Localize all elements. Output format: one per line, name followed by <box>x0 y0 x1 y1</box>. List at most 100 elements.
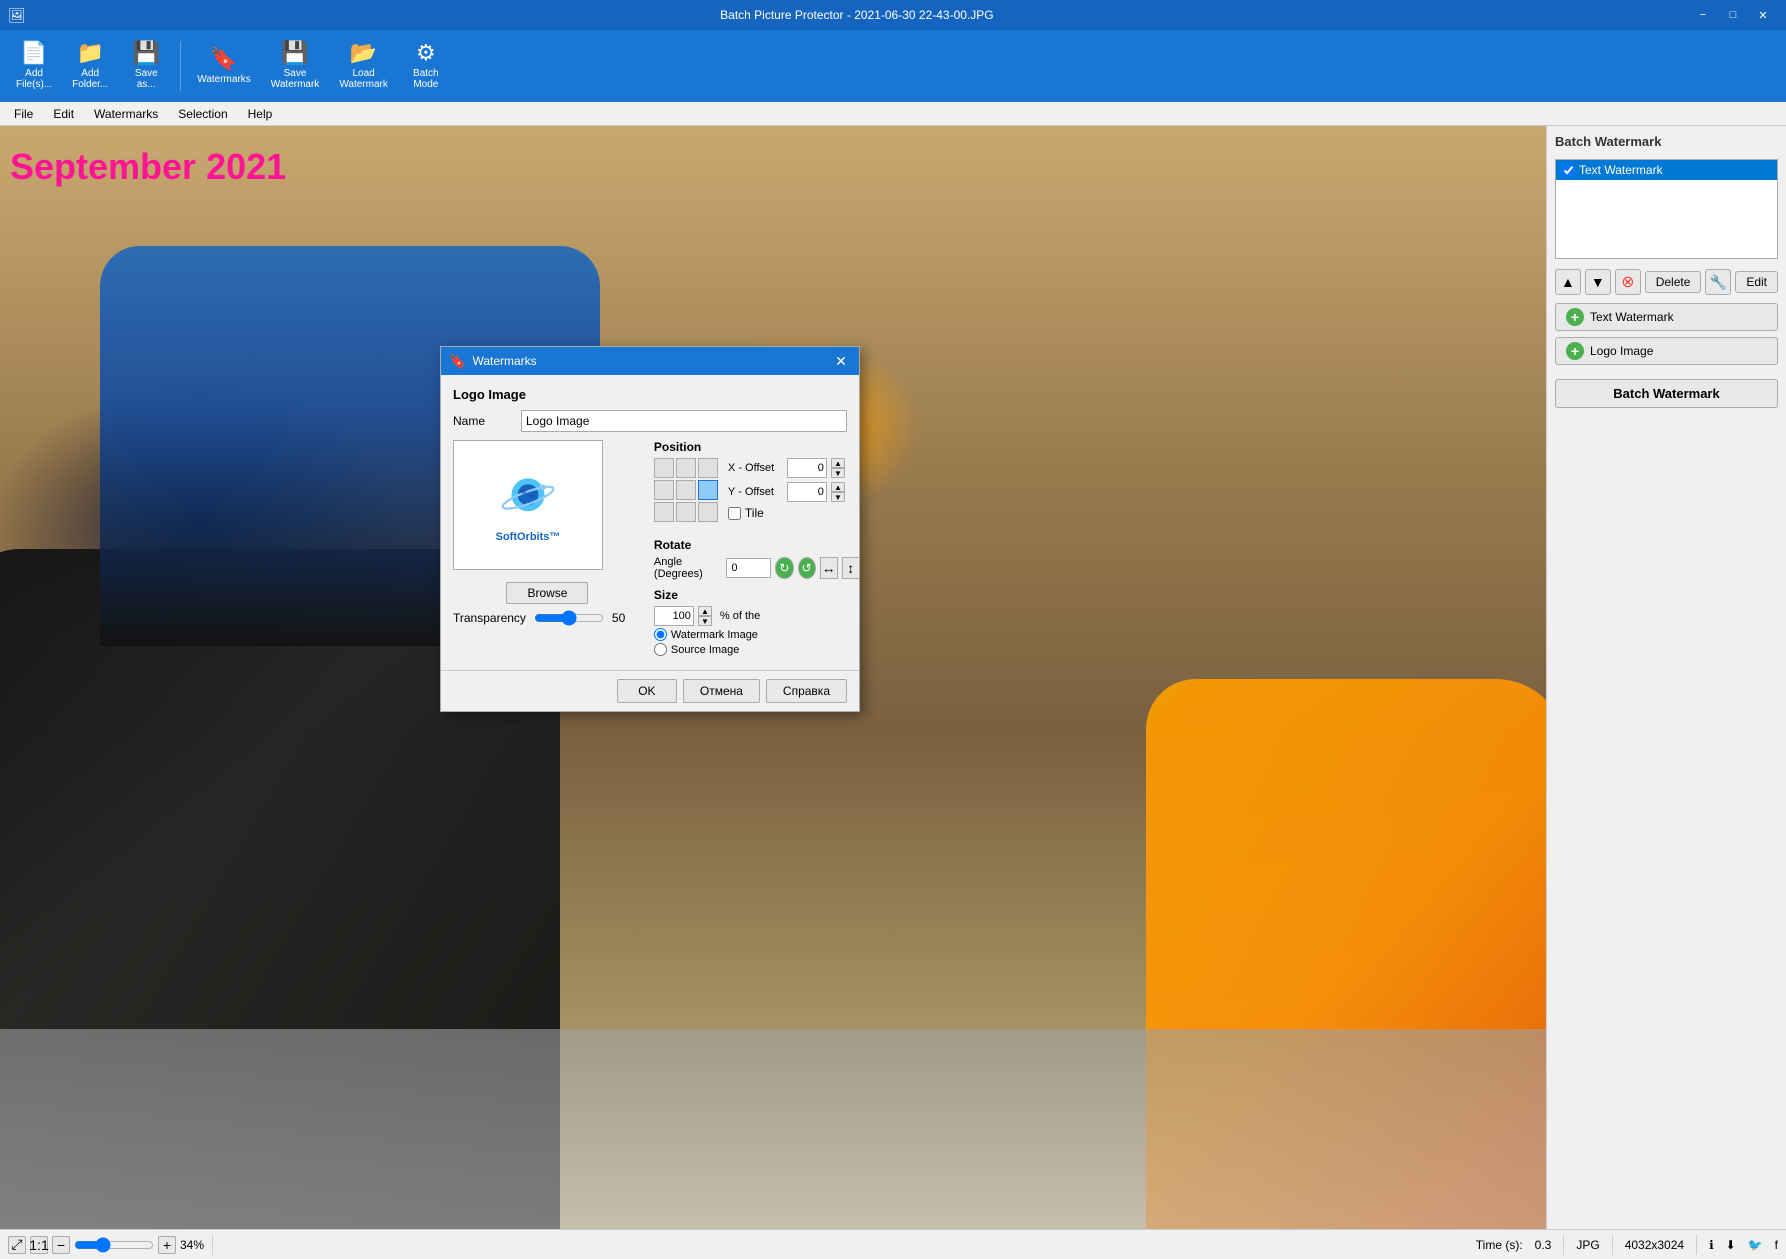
rotate-ccw-btn[interactable]: ↺ <box>798 557 816 579</box>
dialog-icon: 🔖 <box>449 353 466 370</box>
size-spin-down[interactable]: ▼ <box>698 616 712 626</box>
load-watermark-label: Load Watermark <box>339 68 388 90</box>
menu-file[interactable]: File <box>4 105 43 123</box>
edit-btn[interactable]: Edit <box>1735 271 1778 293</box>
zoom-actual-btn[interactable]: 1:1 <box>30 1236 48 1254</box>
save-watermark-btn[interactable]: 💾 Save Watermark <box>263 35 328 97</box>
edit-icon-btn[interactable]: 🔧 <box>1705 269 1731 295</box>
x-spin-down[interactable]: ▼ <box>831 468 845 478</box>
radio-watermark-row: Watermark Image <box>654 628 860 641</box>
dialog-close-btn[interactable]: ✕ <box>831 351 851 371</box>
softorbits-logo-svg <box>498 467 558 527</box>
menu-selection[interactable]: Selection <box>168 105 237 123</box>
browse-btn[interactable]: Browse <box>506 582 588 604</box>
save-as-label: Save as... <box>135 68 158 90</box>
size-title: Size <box>654 588 860 602</box>
radio-source-label: Source Image <box>671 644 739 656</box>
add-logo-btn[interactable]: + Logo Image <box>1555 337 1778 365</box>
info-icon[interactable]: ℹ <box>1709 1238 1714 1252</box>
logo-preview: SoftOrbits™ <box>453 440 603 570</box>
dialog-title: Watermarks <box>472 354 825 368</box>
flip-v-btn[interactable]: ↕ <box>842 557 860 579</box>
transparency-slider[interactable] <box>534 610 604 626</box>
zoom-slider[interactable] <box>74 1237 154 1253</box>
softorbits-brand: SoftOrbits™ <box>496 531 561 543</box>
help-btn[interactable]: Справка <box>766 679 847 703</box>
flip-h-btn[interactable]: ↔ <box>820 557 838 579</box>
add-folder-label: Add Folder... <box>72 68 108 90</box>
rotate-section: Rotate Angle (Degrees) ↻ ↺ ↔ ↕ <box>654 538 860 580</box>
ok-btn[interactable]: OK <box>617 679 677 703</box>
status-sep-4 <box>1696 1235 1697 1255</box>
menu-help[interactable]: Help <box>238 105 283 123</box>
zoom-out-btn[interactable]: − <box>52 1236 70 1254</box>
pos-mr[interactable] <box>698 480 718 500</box>
pos-tc[interactable] <box>676 458 696 478</box>
delete-btn[interactable]: Delete <box>1645 271 1702 293</box>
tile-checkbox[interactable] <box>728 507 741 520</box>
size-input[interactable] <box>654 606 694 626</box>
y-offset-input[interactable] <box>787 482 827 502</box>
share-icon[interactable]: 🐦 <box>1748 1238 1763 1252</box>
pos-tl[interactable] <box>654 458 674 478</box>
load-watermark-btn[interactable]: 📂 Load Watermark <box>331 35 396 97</box>
y-spin-up[interactable]: ▲ <box>831 482 845 492</box>
watermarks-btn[interactable]: 🔖 Watermarks <box>189 35 259 97</box>
move-down-btn[interactable]: ▼ <box>1585 269 1611 295</box>
pos-bl[interactable] <box>654 502 674 522</box>
batch-watermark-btn[interactable]: Batch Watermark <box>1555 379 1778 408</box>
rotate-cw-btn[interactable]: ↻ <box>775 557 793 579</box>
minimize-btn[interactable]: − <box>1688 5 1718 25</box>
right-panel: Batch Watermark Text Watermark ▲ ▼ ⊗ Del… <box>1546 126 1786 1229</box>
save-as-btn[interactable]: 💾 Save as... <box>120 35 172 97</box>
dialog-overlay: 🔖 Watermarks ✕ Logo Image Name <box>0 126 1546 1229</box>
move-up-btn[interactable]: ▲ <box>1555 269 1581 295</box>
restore-btn[interactable]: □ <box>1718 5 1748 25</box>
zoom-in-btn[interactable]: + <box>158 1236 176 1254</box>
position-grid <box>654 458 718 522</box>
pos-bc[interactable] <box>676 502 696 522</box>
pos-br[interactable] <box>698 502 718 522</box>
x-spin-up[interactable]: ▲ <box>831 458 845 468</box>
wm-list-item-text[interactable]: Text Watermark <box>1556 160 1777 180</box>
size-section: Size ▲ ▼ % of the <box>654 588 860 656</box>
size-spinners: ▲ ▼ <box>698 606 712 626</box>
angle-input[interactable] <box>726 558 771 578</box>
name-input[interactable] <box>521 410 847 432</box>
batch-mode-btn[interactable]: ⚙ Batch Mode <box>400 35 452 97</box>
app-icon: 🖼 <box>8 7 26 24</box>
add-text-wm-btn[interactable]: + Text Watermark <box>1555 303 1778 331</box>
y-spin-down[interactable]: ▼ <box>831 492 845 502</box>
delete-circle-btn[interactable]: ⊗ <box>1615 269 1641 295</box>
menu-edit[interactable]: Edit <box>43 105 84 123</box>
batch-mode-icon: ⚙ <box>416 42 436 64</box>
pos-mc[interactable] <box>676 480 696 500</box>
download-icon[interactable]: ⬇ <box>1726 1238 1736 1252</box>
save-as-icon: 💾 <box>133 42 160 64</box>
size-row: ▲ ▼ % of the <box>654 606 860 626</box>
zoom-controls: ⤢ 1:1 − + 34% <box>8 1236 204 1254</box>
add-text-plus-icon: + <box>1566 308 1584 326</box>
dialog-titlebar: 🔖 Watermarks ✕ <box>441 347 859 375</box>
facebook-icon[interactable]: f <box>1775 1238 1778 1252</box>
close-btn[interactable]: ✕ <box>1748 5 1778 25</box>
radio-watermark[interactable] <box>654 628 667 641</box>
size-spin-up[interactable]: ▲ <box>698 606 712 616</box>
text-wm-checkbox[interactable] <box>1562 164 1575 177</box>
radio-source[interactable] <box>654 643 667 656</box>
zoom-fit-btn[interactable]: ⤢ <box>8 1236 26 1254</box>
x-offset-input[interactable] <box>787 458 827 478</box>
add-folder-btn[interactable]: 📁 Add Folder... <box>64 35 116 97</box>
pos-tr[interactable] <box>698 458 718 478</box>
add-files-btn[interactable]: 📄 Add File(s)... <box>8 35 60 97</box>
cancel-btn[interactable]: Отмена <box>683 679 760 703</box>
menu-watermarks[interactable]: Watermarks <box>84 105 168 123</box>
app-title: Batch Picture Protector - 2021-06-30 22-… <box>26 8 1688 22</box>
text-wm-label: Text Watermark <box>1579 163 1663 177</box>
pos-ml[interactable] <box>654 480 674 500</box>
transparency-label: Transparency <box>453 611 526 625</box>
x-spinners: ▲ ▼ <box>831 458 845 478</box>
statusbar: ⤢ 1:1 − + 34% Time (s): 0.3 JPG 4032x302… <box>0 1229 1786 1259</box>
time-label: Time (s): <box>1476 1238 1523 1252</box>
watermark-list: Text Watermark <box>1555 159 1778 259</box>
